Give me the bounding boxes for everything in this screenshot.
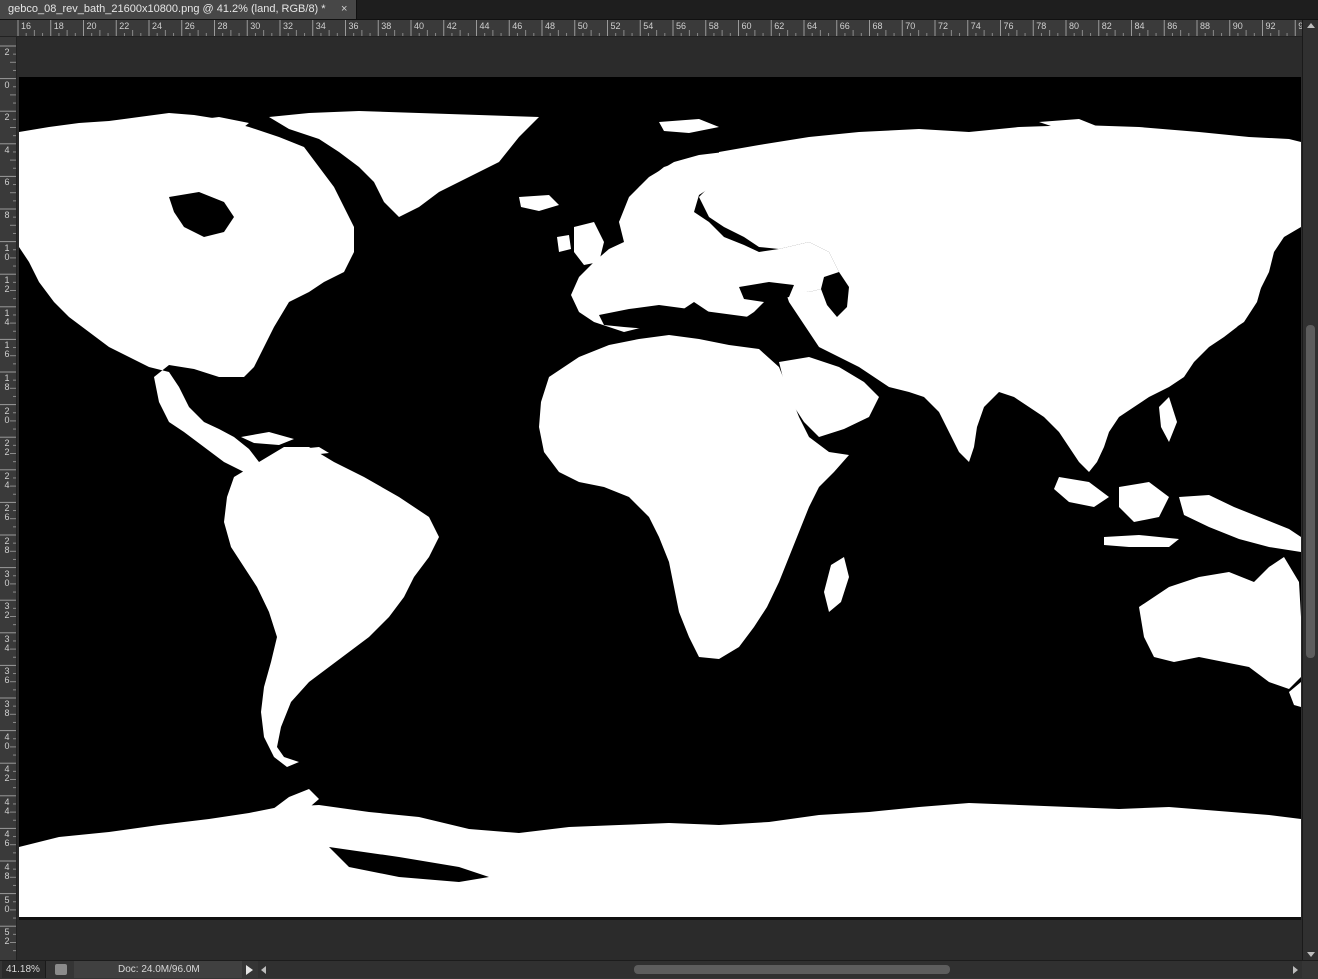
ruler-tick-label: 74 (970, 21, 981, 31)
ruler-tick-label: 20 (4, 405, 10, 425)
ruler-tick-label: 6 (4, 177, 10, 188)
ruler-tick-label: 24 (152, 21, 163, 31)
ruler-tick-label: 30 (250, 21, 261, 31)
scroll-down-arrow-icon[interactable] (1307, 952, 1315, 957)
vertical-scrollbar[interactable] (1302, 20, 1318, 960)
scroll-up-arrow-icon[interactable] (1307, 23, 1315, 28)
vertical-scroll-thumb[interactable] (1306, 325, 1315, 658)
zoom-level-field[interactable]: 41.18% (2, 961, 46, 978)
ruler-tick-label: 4 (4, 144, 10, 155)
scroll-right-arrow-icon[interactable] (1293, 966, 1298, 974)
document-tab-bar: gebco_08_rev_bath_21600x10800.png @ 41.2… (0, 0, 1318, 20)
document-canvas[interactable] (19, 77, 1301, 917)
ruler-tick-label: 78 (1036, 21, 1047, 31)
ruler-tick-label: 30 (4, 568, 10, 588)
vertical-ruler-ticks (0, 45, 16, 952)
canvas-edge (19, 917, 1301, 920)
ruler-tick-label: 28 (4, 536, 10, 555)
ruler-tick-label: 86 (1167, 21, 1178, 31)
ruler-tick-label: 44 (4, 796, 10, 816)
ruler-tick-label: 16 (4, 340, 10, 360)
ruler-tick-label: 32 (283, 21, 294, 31)
ruler-tick-label: 18 (4, 373, 10, 392)
ruler-tick-label: 34 (4, 633, 10, 653)
ruler-tick-label: 18 (53, 21, 64, 31)
ruler-tick-label: 44 (479, 21, 490, 31)
ruler-tick-label: 48 (4, 862, 10, 881)
doc-size-info: Doc: 24.0M/96.0M (74, 961, 242, 978)
ruler-tick-label: 82 (1101, 21, 1112, 31)
ruler-tick-label: 32 (4, 601, 10, 621)
ruler-tick-label: 84 (1134, 21, 1145, 31)
ruler-tick-label: 16 (21, 21, 32, 31)
ruler-tick-label: 36 (348, 21, 359, 31)
ruler-origin[interactable] (0, 20, 17, 37)
ruler-tick-label: 52 (4, 927, 10, 947)
ruler-tick-label: 60 (741, 21, 752, 31)
document-tab-title: gebco_08_rev_bath_21600x10800.png @ 41.2… (8, 3, 326, 15)
ruler-tick-label: 46 (512, 21, 523, 31)
ruler-tick-label: 26 (184, 21, 195, 31)
close-icon[interactable]: × (341, 0, 347, 19)
ruler-tick-label: 58 (708, 21, 719, 31)
horizontal-scrollbar[interactable] (258, 961, 1302, 978)
ruler-tick-label: 50 (577, 21, 588, 31)
ruler-tick-label: 46 (4, 829, 10, 849)
status-menu-arrow-icon[interactable] (246, 965, 253, 975)
ruler-tick-label: 48 (545, 21, 556, 31)
ruler-tick-label: 36 (4, 666, 10, 686)
ruler-tick-label: 90 (1232, 21, 1243, 31)
ruler-tick-label: 0 (4, 79, 10, 90)
ruler-tick-label: 62 (774, 21, 785, 31)
doc-status-icon[interactable] (55, 964, 67, 975)
ruler-tick-label: 72 (938, 21, 949, 31)
status-bar: 41.18% Doc: 24.0M/96.0M (0, 960, 1318, 979)
ruler-tick-label: 10 (4, 242, 10, 262)
vertical-ruler[interactable]: 2 0 2 4 6 8 10 12 14 16 18 20 22 24 26 28 30 32 34 36 38 40 42… (0, 37, 17, 960)
ruler-tick-label: 8 (4, 210, 10, 220)
ruler-tick-label: 2 (4, 112, 10, 123)
ruler-tick-label: 38 (381, 21, 392, 31)
ruler-tick-label: 80 (1069, 21, 1080, 31)
ruler-tick-label: 42 (4, 764, 10, 784)
ruler-tick-label: 56 (676, 21, 687, 31)
ruler-tick-label: 54 (643, 21, 654, 31)
ruler-tick-label: 12 (4, 275, 10, 295)
ruler-tick-label: 42 (446, 21, 457, 31)
ruler-tick-label: 70 (905, 21, 916, 31)
world-map-land-mask (19, 77, 1301, 917)
ruler-tick-label: 26 (4, 503, 10, 523)
document-tab[interactable]: gebco_08_rev_bath_21600x10800.png @ 41.2… (0, 0, 357, 19)
ruler-tick-label: 38 (4, 699, 10, 718)
ruler-tick-label: 28 (217, 21, 228, 31)
horizontal-scroll-thumb[interactable] (634, 965, 950, 974)
ruler-tick-label: 92 (1265, 21, 1276, 31)
ruler-tick-label: 76 (1003, 21, 1014, 31)
ruler-tick-label: 88 (1200, 21, 1211, 31)
ruler-tick-label: 2 (4, 47, 10, 57)
ruler-tick-label: 22 (119, 21, 130, 31)
ruler-tick-label: 20 (86, 21, 97, 31)
ruler-tick-label: 22 (4, 438, 10, 458)
ruler-tick-label: 14 (4, 307, 10, 327)
ruler-tick-label: 40 (414, 21, 425, 31)
scroll-left-arrow-icon[interactable] (261, 966, 266, 974)
ruler-tick-label: 66 (839, 21, 850, 31)
ruler-tick-label: 24 (4, 470, 10, 490)
ruler-tick-label: 68 (872, 21, 883, 31)
ruler-tick-label: 34 (315, 21, 326, 31)
ruler-tick-label: 40 (4, 731, 10, 751)
ruler-tick-label: 52 (610, 21, 621, 31)
ruler-tick-label: 50 (4, 894, 10, 914)
ruler-tick-label: 64 (807, 21, 818, 31)
horizontal-ruler[interactable]: 16 18 20 22 24 26 28 30 32 34 36 38 40 42 44 46 48 50 52 54… (16, 20, 1302, 37)
